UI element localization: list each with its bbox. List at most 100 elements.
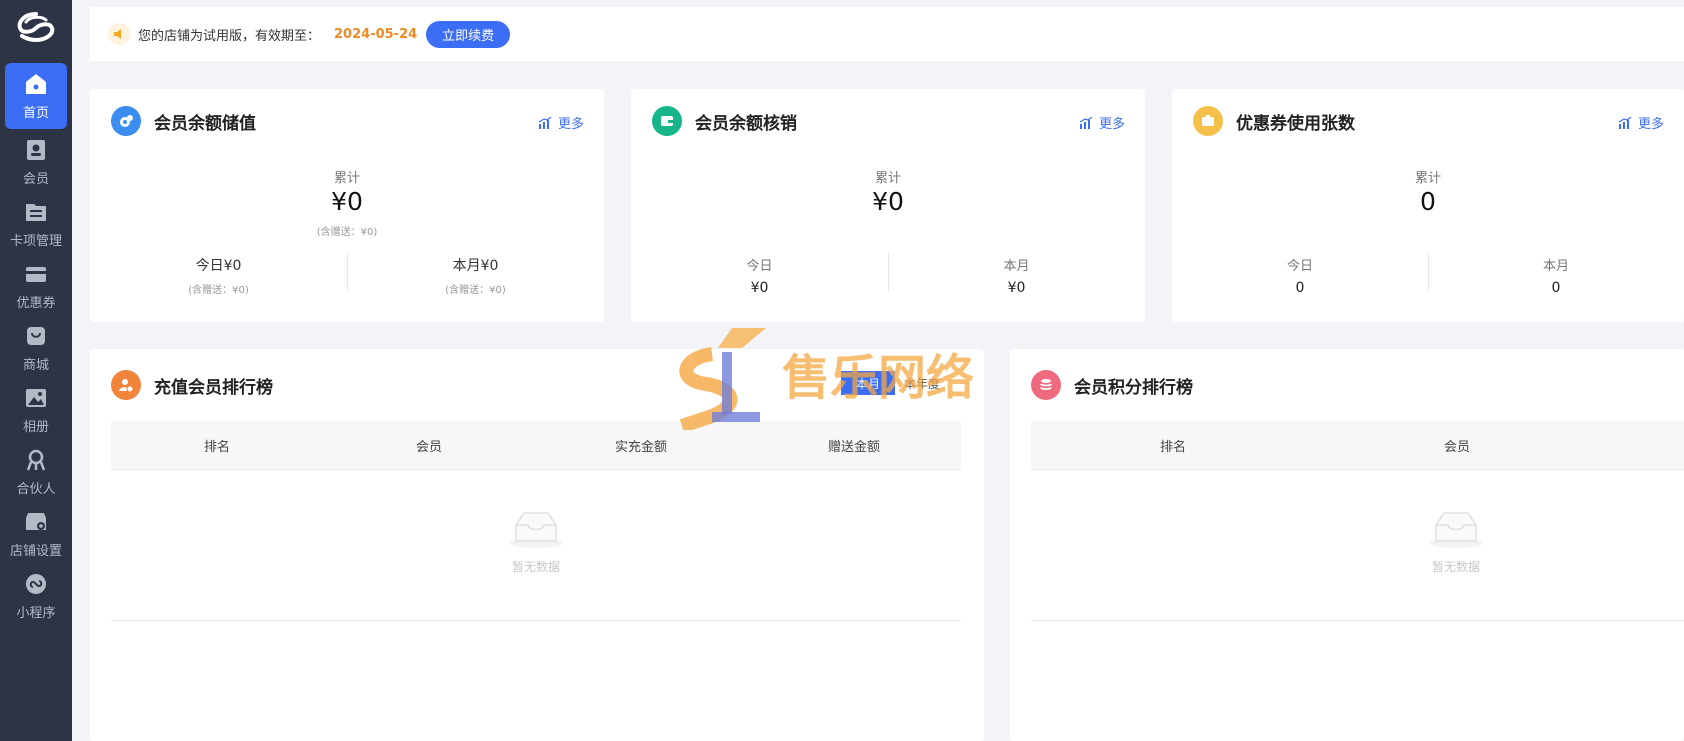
period-toggle: 本月 本年度 bbox=[841, 371, 949, 395]
coupon-icon bbox=[1193, 106, 1223, 136]
month-label: 本月 bbox=[1003, 259, 1030, 274]
store-settings-icon bbox=[26, 512, 46, 530]
card-balance-redemption: 会员余额核销 更多 累计 ¥0 今日 ¥0 本月 ¥0 bbox=[631, 89, 1145, 322]
sidebar-item-mini-program[interactable]: 小程序 bbox=[5, 563, 67, 629]
sidebar-item-coupon[interactable]: 优惠券 bbox=[5, 253, 67, 319]
sidebar-item-label: 优惠券 bbox=[16, 295, 56, 311]
month-stat: 本月 ¥0 bbox=[888, 255, 1145, 296]
column-header: 会员 bbox=[1443, 439, 1470, 455]
sidebar-item-home[interactable]: 首页 bbox=[5, 63, 67, 129]
partner-icon bbox=[26, 449, 46, 470]
chart-icon bbox=[1079, 116, 1093, 129]
sidebar-item-label: 商城 bbox=[22, 357, 49, 373]
month-stat: 本月¥0 (含赠送：¥0) bbox=[347, 255, 604, 296]
recharge-rank-panel: 充值会员排行榜 本月 本年度 排名 会员 实充金额 赠送金额 暂无数据 bbox=[90, 349, 984, 741]
sidebar-item-label: 相册 bbox=[22, 419, 49, 435]
sidebar-item-member[interactable]: 会员 bbox=[5, 129, 67, 195]
today-value: 今日¥0 bbox=[195, 258, 242, 274]
month-stat: 本月 0 bbox=[1428, 255, 1684, 296]
column-header: 会员 bbox=[415, 439, 442, 455]
sidebar: 首页 会员 卡项管理 优惠券 商城 相册 合伙人 店铺设置 小程序 bbox=[0, 0, 72, 741]
sidebar-item-label: 小程序 bbox=[16, 605, 56, 621]
today-stat: 今日 0 bbox=[1172, 255, 1428, 296]
panel-title: 充值会员排行榜 bbox=[154, 377, 273, 398]
user-rank-icon bbox=[111, 370, 141, 400]
column-header: 排名 bbox=[203, 439, 230, 455]
empty-state-text: 暂无数据 bbox=[511, 560, 560, 574]
card-icon bbox=[26, 203, 46, 221]
month-value: 本月¥0 bbox=[452, 258, 499, 274]
renew-button[interactable]: 立即续费 bbox=[426, 20, 511, 48]
brand-logo[interactable] bbox=[12, 8, 60, 46]
column-header: 赠送金额 bbox=[827, 439, 880, 455]
month-label: 本月 bbox=[1542, 259, 1569, 274]
column-header: 实充金额 bbox=[614, 439, 667, 455]
month-value: ¥0 bbox=[1007, 280, 1026, 296]
panel-title: 会员积分排行榜 bbox=[1074, 377, 1193, 398]
more-label: 更多 bbox=[1098, 117, 1125, 132]
table-bottom-border bbox=[111, 620, 961, 621]
empty-state-text: 暂无数据 bbox=[1431, 560, 1480, 574]
card-title: 优惠券使用张数 bbox=[1236, 113, 1355, 134]
table-header: 排名 会员 实充金额 赠送金额 bbox=[111, 421, 961, 470]
month-value: 0 bbox=[1551, 280, 1561, 296]
total-value: ¥0 bbox=[872, 187, 904, 216]
table-header: 排名 会员 bbox=[1031, 421, 1684, 470]
sidebar-item-label: 店铺设置 bbox=[9, 543, 62, 559]
sidebar-item-shop[interactable]: 商城 bbox=[5, 315, 67, 381]
tab-this-year[interactable]: 本年度 bbox=[895, 371, 949, 395]
more-label: 更多 bbox=[557, 117, 584, 132]
table-bottom-border bbox=[1031, 620, 1684, 621]
total-value: 0 bbox=[1420, 187, 1436, 216]
sidebar-item-label: 卡项管理 bbox=[9, 233, 62, 249]
shop-icon bbox=[27, 326, 45, 345]
coupon-icon bbox=[26, 266, 46, 282]
total-label: 累计 bbox=[333, 171, 360, 186]
sidebar-item-card-management[interactable]: 卡项管理 bbox=[5, 191, 67, 257]
coin-stack-icon bbox=[1031, 370, 1061, 400]
chart-icon bbox=[538, 116, 552, 129]
today-value: ¥0 bbox=[750, 280, 769, 296]
empty-box-icon bbox=[1430, 512, 1482, 548]
column-header: 排名 bbox=[1159, 439, 1186, 455]
more-link[interactable]: 更多 bbox=[538, 113, 584, 132]
sidebar-item-label: 首页 bbox=[22, 105, 49, 121]
card-title: 会员余额核销 bbox=[695, 113, 797, 134]
card-title: 会员余额储值 bbox=[154, 113, 256, 134]
recharge-icon bbox=[111, 106, 141, 136]
more-link[interactable]: 更多 bbox=[1618, 113, 1664, 132]
home-icon bbox=[26, 73, 46, 94]
today-label: 今日 bbox=[746, 259, 773, 274]
today-stat: 今日¥0 (含赠送：¥0) bbox=[90, 255, 347, 296]
more-label: 更多 bbox=[1637, 117, 1664, 132]
tab-this-month[interactable]: 本月 bbox=[841, 371, 895, 395]
today-value: 0 bbox=[1295, 280, 1305, 296]
member-icon bbox=[27, 139, 45, 160]
trial-banner: 您的店铺为试用版，有效期至： 2024-05-24 立即续费 bbox=[90, 7, 1684, 61]
chart-icon bbox=[1618, 116, 1632, 129]
sidebar-item-label: 合伙人 bbox=[16, 481, 56, 497]
album-icon bbox=[26, 388, 46, 407]
empty-box-icon bbox=[510, 512, 562, 548]
total-value: ¥0 bbox=[331, 187, 363, 216]
sidebar-item-store-settings[interactable]: 店铺设置 bbox=[5, 501, 67, 567]
total-note: (含赠送：¥0) bbox=[316, 227, 378, 238]
month-note: (含赠送：¥0) bbox=[445, 285, 506, 296]
today-stat: 今日 ¥0 bbox=[631, 255, 888, 296]
today-note: (含赠送：¥0) bbox=[188, 285, 249, 296]
card-balance-recharge: 会员余额储值 更多 累计 ¥0 (含赠送：¥0) 今日¥0 (含赠送：¥0) 本… bbox=[90, 89, 604, 322]
mini-program-icon bbox=[26, 573, 46, 594]
sidebar-item-label: 会员 bbox=[22, 171, 49, 187]
more-link[interactable]: 更多 bbox=[1079, 113, 1125, 132]
wallet-icon bbox=[652, 106, 682, 136]
total-label: 累计 bbox=[874, 171, 901, 186]
card-coupon-usage: 优惠券使用张数 更多 累计 0 今日 0 本月 0 bbox=[1172, 89, 1684, 322]
today-label: 今日 bbox=[1286, 259, 1313, 274]
sidebar-item-partner[interactable]: 合伙人 bbox=[5, 439, 67, 505]
total-label: 累计 bbox=[1414, 171, 1441, 186]
points-rank-panel: 会员积分排行榜 排名 会员 暂无数据 bbox=[1010, 349, 1684, 741]
trial-notice-text: 您的店铺为试用版，有效期至： bbox=[138, 28, 321, 44]
expiry-date: 2024-05-24 bbox=[334, 26, 418, 42]
sidebar-item-album[interactable]: 相册 bbox=[5, 377, 67, 443]
speaker-icon bbox=[108, 23, 130, 45]
